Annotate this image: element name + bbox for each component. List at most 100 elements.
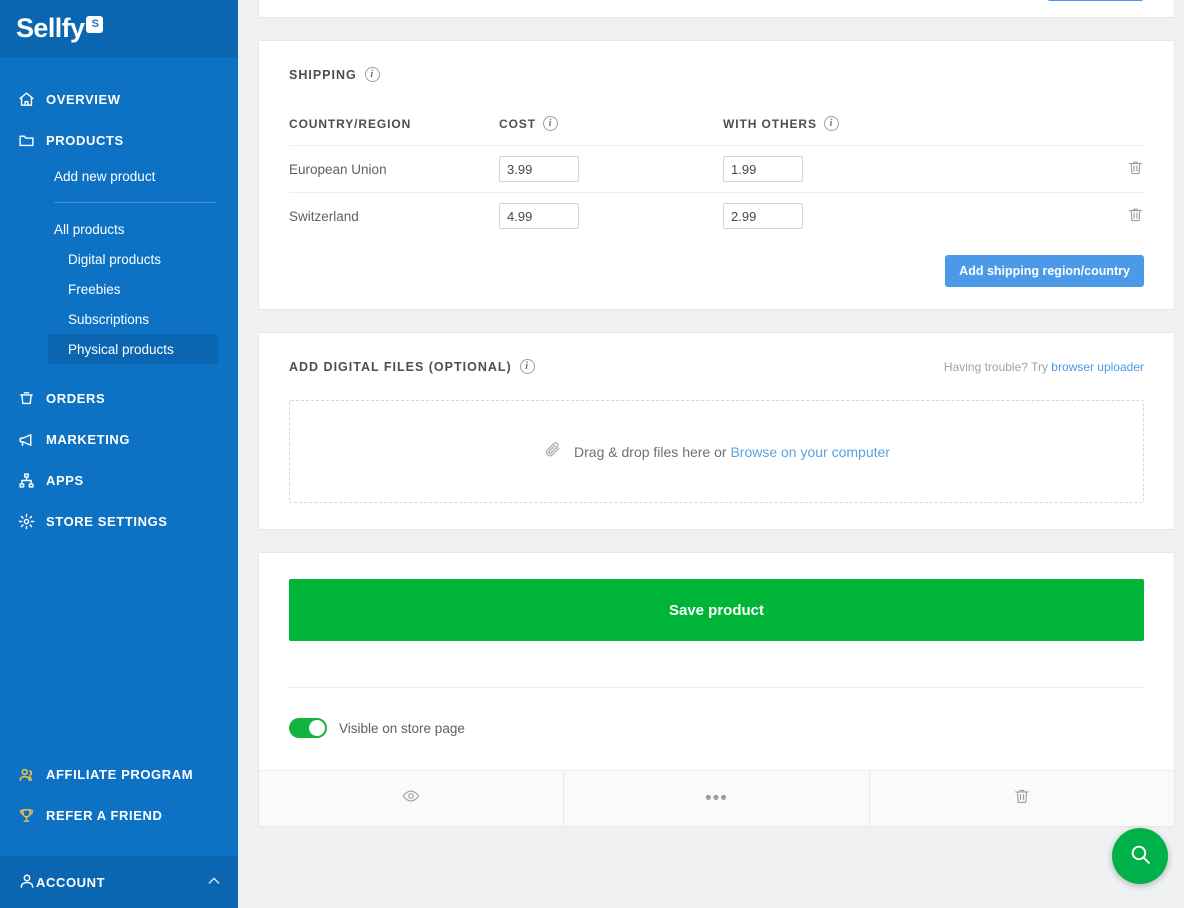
products-submenu: Add new product All products Digital pro…	[0, 161, 238, 364]
shipping-delete-cell	[1023, 193, 1144, 240]
save-panel: Save product Visible on store page •••	[258, 552, 1175, 827]
more-options-button[interactable]: •••	[563, 771, 868, 826]
sidebar-nav-bottom: AFFILIATE PROGRAM REFER A FRIEND ACCOUNT	[0, 754, 238, 908]
variants-panel: Add variant	[258, 0, 1175, 18]
sidebar-item-label: REFER A FRIEND	[46, 808, 163, 823]
shipping-panel: SHIPPING i COUNTRY/REGION COST i	[258, 40, 1175, 310]
account-label: ACCOUNT	[36, 875, 105, 890]
megaphone-icon	[18, 431, 46, 449]
digital-files-inner: ADD DIGITAL FILES (OPTIONAL) i Having tr…	[259, 359, 1174, 503]
browse-computer-link[interactable]: Browse on your computer	[730, 444, 890, 460]
logo-badge: S	[86, 16, 103, 33]
sellfy-logo: SellfyS	[16, 15, 103, 42]
shipping-country-cell: Switzerland	[289, 193, 499, 240]
delete-shipping-row-button[interactable]	[1127, 206, 1144, 226]
save-inner: Save product Visible on store page	[259, 579, 1174, 770]
column-header-with-others-wrap: WITH OTHERS i	[723, 116, 1023, 131]
shipping-delete-cell	[1023, 146, 1144, 193]
shipping-cost-cell	[499, 193, 723, 240]
sidebar-item-digital-products[interactable]: Digital products	[0, 244, 238, 274]
sidebar-item-refer-a-friend[interactable]: REFER A FRIEND	[0, 795, 238, 836]
info-icon[interactable]: i	[520, 359, 535, 374]
visible-on-store-label: Visible on store page	[339, 721, 465, 736]
shipping-title: SHIPPING i	[289, 67, 1144, 82]
shipping-with-others-input[interactable]	[723, 156, 803, 182]
logo-bar[interactable]: SellfyS	[0, 0, 238, 57]
gear-icon	[18, 513, 46, 530]
main-content: Add variant SHIPPING i COUNTRY/REGION	[238, 0, 1184, 908]
sidebar-item-overview[interactable]: OVERVIEW	[0, 79, 238, 120]
logo-wordmark: Sellfy	[16, 13, 84, 43]
sidebar-item-label: APPS	[46, 473, 84, 488]
column-header-with-others-label: WITH OTHERS	[723, 117, 817, 131]
info-icon[interactable]: i	[365, 67, 380, 82]
digital-files-panel: ADD DIGITAL FILES (OPTIONAL) i Having tr…	[258, 332, 1175, 530]
user-icon	[18, 872, 36, 893]
digital-files-header: ADD DIGITAL FILES (OPTIONAL) i Having tr…	[289, 359, 1144, 374]
preview-product-button[interactable]	[259, 771, 563, 826]
dropzone-prompt: Drag & drop files here or	[574, 444, 730, 460]
shipping-cost-input[interactable]	[499, 156, 579, 182]
sidebar-item-freebies[interactable]: Freebies	[0, 274, 238, 304]
eye-icon	[402, 787, 420, 810]
shipping-inner: SHIPPING i COUNTRY/REGION COST i	[259, 67, 1174, 287]
sidebar-item-label: AFFILIATE PROGRAM	[46, 767, 193, 782]
shipping-country-cell: European Union	[289, 146, 499, 193]
sidebar-item-orders[interactable]: ORDERS	[0, 378, 238, 419]
shipping-title-text: SHIPPING	[289, 68, 357, 82]
column-header-country-label: COUNTRY/REGION	[289, 117, 411, 131]
search-icon	[1128, 842, 1153, 870]
shipping-cost-input[interactable]	[499, 203, 579, 229]
trophy-icon	[18, 807, 46, 824]
column-header-actions	[1023, 116, 1144, 146]
save-product-button[interactable]: Save product	[289, 579, 1144, 641]
paperclip-icon	[543, 440, 562, 464]
toggle-knob	[309, 720, 325, 736]
visible-on-store-toggle[interactable]	[289, 718, 327, 738]
sidebar-item-products[interactable]: PRODUCTS	[0, 120, 238, 161]
shipping-footer: Add shipping region/country	[289, 255, 1144, 287]
ellipsis-icon: •••	[705, 789, 728, 808]
table-header-row: COUNTRY/REGION COST i WITH OTHERS	[289, 116, 1144, 146]
product-action-bar: •••	[259, 770, 1174, 826]
submenu-divider	[54, 202, 216, 203]
help-search-fab[interactable]	[1112, 828, 1168, 884]
file-dropzone[interactable]: Drag & drop files here or Browse on your…	[289, 400, 1144, 503]
shipping-table-head: COUNTRY/REGION COST i WITH OTHERS	[289, 116, 1144, 146]
delete-shipping-row-button[interactable]	[1127, 159, 1144, 179]
sidebar-item-all-products[interactable]: All products	[0, 214, 238, 244]
sidebar-item-affiliate-program[interactable]: AFFILIATE PROGRAM	[0, 754, 238, 795]
sidebar-item-label: STORE SETTINGS	[46, 514, 168, 529]
sidebar-item-label: OVERVIEW	[46, 92, 121, 107]
browser-uploader-note: Having trouble? Try browser uploader	[944, 360, 1144, 374]
apps-icon	[18, 472, 46, 489]
add-variant-wrap: Add variant	[1047, 0, 1144, 1]
sidebar-item-marketing[interactable]: MARKETING	[0, 419, 238, 460]
add-shipping-region-button[interactable]: Add shipping region/country	[945, 255, 1144, 287]
sidebar-item-account[interactable]: ACCOUNT	[0, 856, 238, 908]
trash-icon	[1013, 787, 1031, 810]
delete-product-button[interactable]	[869, 771, 1174, 826]
app-root: SellfyS OVERVIEW PRODUCTS Add new produc…	[0, 0, 1184, 908]
shipping-table: COUNTRY/REGION COST i WITH OTHERS	[289, 116, 1144, 239]
sidebar-item-add-new-product[interactable]: Add new product	[0, 161, 238, 191]
sidebar-item-store-settings[interactable]: STORE SETTINGS	[0, 501, 238, 542]
shipping-with-others-cell	[723, 146, 1023, 193]
browser-uploader-link[interactable]: browser uploader	[1051, 360, 1144, 374]
basket-icon	[18, 390, 46, 407]
sidebar-item-physical-products[interactable]: Physical products	[48, 334, 218, 364]
sidebar-item-apps[interactable]: APPS	[0, 460, 238, 501]
home-icon	[18, 91, 46, 108]
info-icon[interactable]: i	[543, 116, 558, 131]
shipping-with-others-input[interactable]	[723, 203, 803, 229]
digital-files-title-text: ADD DIGITAL FILES (OPTIONAL)	[289, 360, 512, 374]
column-header-cost: COST i	[499, 116, 723, 146]
column-header-with-others: WITH OTHERS i	[723, 116, 1023, 146]
visibility-row: Visible on store page	[289, 688, 1144, 770]
sidebar-item-subscriptions[interactable]: Subscriptions	[0, 304, 238, 334]
dropzone-text: Drag & drop files here or Browse on your…	[574, 444, 890, 460]
sidebar: SellfyS OVERVIEW PRODUCTS Add new produc…	[0, 0, 238, 908]
add-variant-button[interactable]: Add variant	[1047, 0, 1144, 1]
chevron-up-icon[interactable]	[206, 873, 222, 892]
info-icon[interactable]: i	[824, 116, 839, 131]
